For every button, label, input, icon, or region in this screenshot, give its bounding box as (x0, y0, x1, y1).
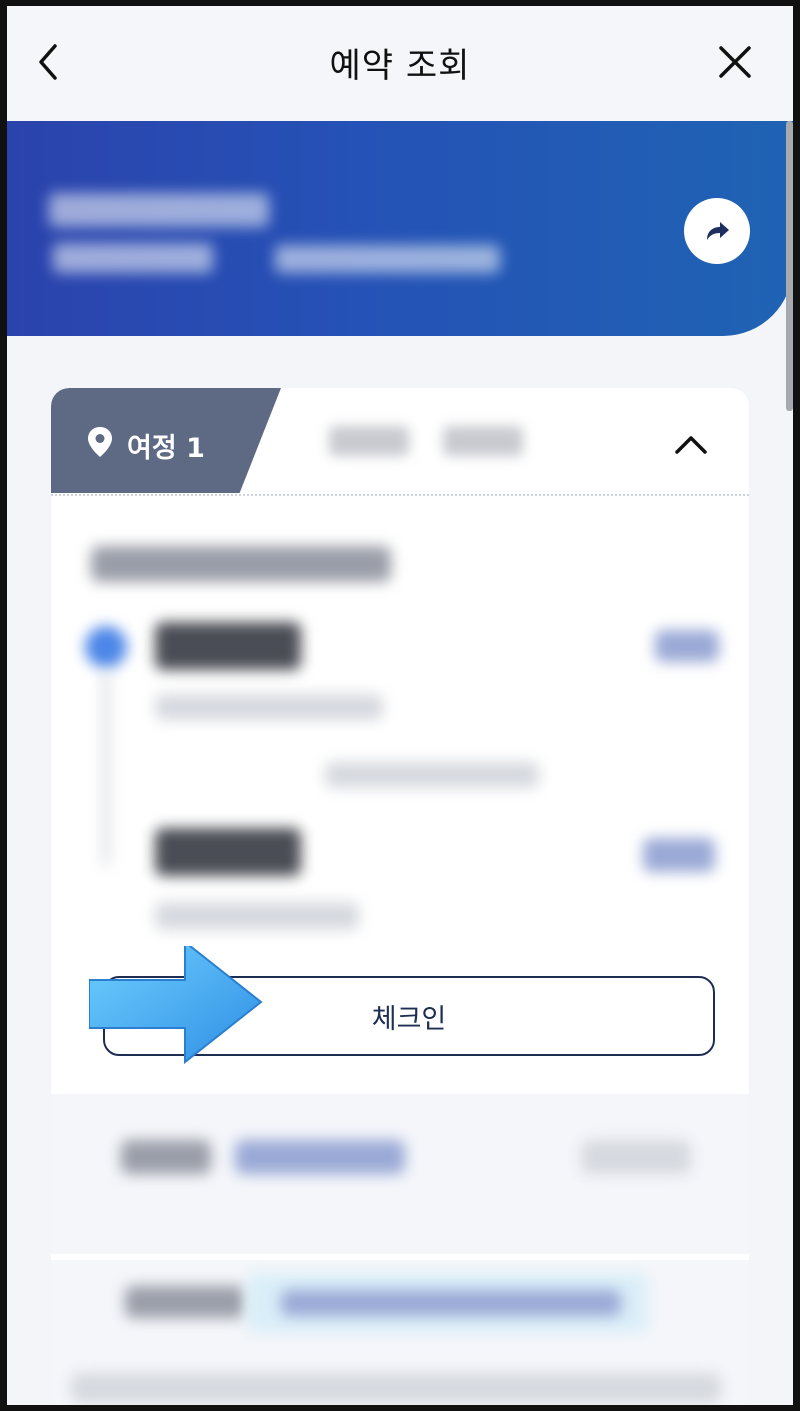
blurred-duration (325, 762, 539, 788)
blurred-arrival-time (155, 828, 301, 876)
blurred-banner-text (275, 245, 500, 273)
blurred-status-badge (655, 630, 719, 662)
page-title: 예약 조회 (329, 46, 471, 86)
location-pin-icon (88, 427, 112, 457)
blurred-status-badge (643, 838, 715, 872)
blurred-footer-icons (71, 1373, 721, 1403)
blurred-section-link (235, 1140, 405, 1174)
blurred-route-text (443, 426, 523, 456)
blurred-section-chip-text (281, 1290, 621, 1316)
card-divider (51, 494, 749, 496)
booking-banner (7, 121, 793, 336)
pointer-arrow-icon (89, 946, 263, 1065)
scrollbar[interactable] (786, 121, 793, 411)
close-icon (719, 46, 751, 78)
blurred-departure-time (155, 622, 301, 670)
blurred-banner-text (49, 193, 269, 227)
blurred-banner-text (53, 243, 213, 273)
checkin-label: 체크인 (371, 1003, 447, 1035)
departure-dot (85, 626, 127, 668)
timeline-line (103, 670, 109, 866)
blurred-section-label (121, 1140, 211, 1174)
blurred-section-label (125, 1286, 245, 1318)
blurred-section (51, 1094, 749, 1254)
journey-label: 여정 1 (127, 433, 205, 464)
blurred-date (91, 546, 391, 582)
chevron-up-icon (675, 436, 707, 454)
journey-card: 여정 1 체크인 (51, 388, 749, 1405)
share-arrow-icon (707, 222, 729, 240)
top-bar: 예약 조회 (7, 6, 793, 121)
close-button[interactable] (713, 40, 757, 84)
blurred-section-value (581, 1140, 691, 1174)
blurred-route-text (329, 426, 409, 456)
blurred-departure-place (155, 694, 383, 720)
blurred-arrival-place (155, 902, 359, 930)
app-screen: 예약 조회 여정 1 체크인 (7, 6, 793, 1405)
share-button[interactable] (684, 198, 750, 264)
collapse-button[interactable] (671, 424, 711, 464)
